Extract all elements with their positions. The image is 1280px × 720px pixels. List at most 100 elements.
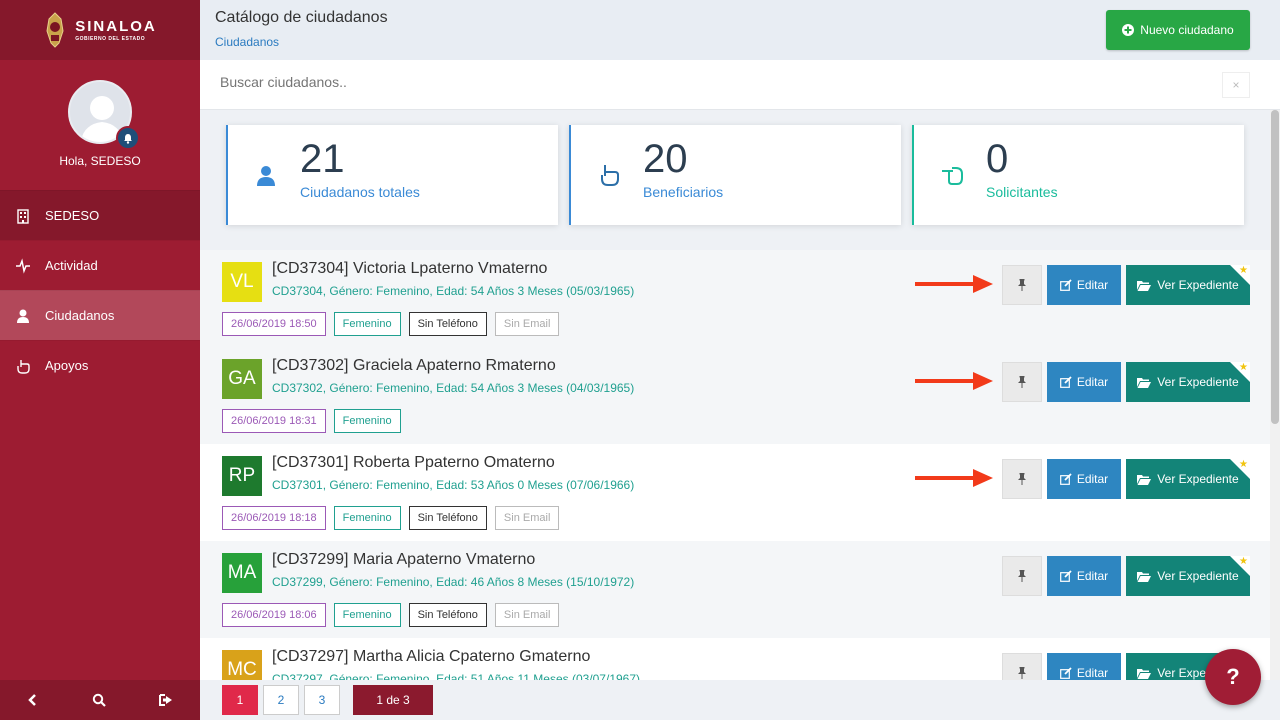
folder-open-icon xyxy=(1137,474,1152,485)
pin-button[interactable] xyxy=(1002,459,1042,499)
registered-date-tag: 26/06/2019 18:06 xyxy=(222,603,326,627)
coat-of-arms-icon xyxy=(46,12,64,48)
pin-icon xyxy=(1018,279,1026,291)
star-icon: ★ xyxy=(1239,556,1248,567)
page-2-button[interactable]: 2 xyxy=(263,685,299,715)
view-file-label: Ver Expediente xyxy=(1157,472,1239,486)
logout-icon[interactable] xyxy=(158,693,174,707)
sidebar-item-sedeso[interactable]: SEDESO xyxy=(0,190,200,240)
help-button[interactable]: ? xyxy=(1205,649,1261,705)
pulse-icon xyxy=(16,257,30,274)
citizen-name[interactable]: [CD37297] Martha Alicia Cpaterno Gmatern… xyxy=(272,648,590,666)
pin-icon xyxy=(1018,473,1026,485)
hand-icon xyxy=(17,359,30,374)
page-1-button[interactable]: 1 xyxy=(222,685,258,715)
citizen-row: RP [CD37301] Roberta Ppaterno Omaterno C… xyxy=(200,444,1270,541)
sidebar-item-ciudadanos[interactable]: Ciudadanos xyxy=(0,290,200,340)
view-file-button[interactable]: Ver Expediente ★ xyxy=(1126,265,1250,305)
search-icon[interactable] xyxy=(92,693,106,707)
edit-label: Editar xyxy=(1076,278,1109,292)
brand-name: SINALOA xyxy=(75,17,157,35)
page-title: Catálogo de ciudadanos xyxy=(215,9,388,26)
citizen-row: MC [CD37297] Martha Alicia Cpaterno Gmat… xyxy=(200,638,1270,680)
citizen-initials-badge: MA xyxy=(222,553,262,593)
pin-icon xyxy=(1018,667,1026,679)
pin-button[interactable] xyxy=(1002,265,1042,305)
hand-pointer-icon xyxy=(601,165,619,186)
red-arrow-annotation xyxy=(915,469,993,487)
citizen-tags: 26/06/2019 18:06 Femenino Sin Teléfono Sin … xyxy=(222,603,560,627)
stat-card-applicants: 0 Solicitantes xyxy=(912,125,1244,225)
sidebar-footer xyxy=(0,680,200,720)
citizen-initials-badge: GA xyxy=(222,359,262,399)
email-tag: Sin Email xyxy=(494,603,560,627)
greeting: Hola, SEDESO xyxy=(59,154,141,168)
gender-tag: Femenino xyxy=(333,506,401,530)
stat-label: Beneficiarios xyxy=(643,184,724,200)
email-tag: Sin Email xyxy=(494,312,560,336)
sidebar-menu: SEDESO Actividad Ciudadanos Apoyos xyxy=(0,190,200,390)
clear-search-button[interactable]: × xyxy=(1222,72,1250,98)
view-file-button[interactable]: Ver Expediente ★ xyxy=(1126,362,1250,402)
red-arrow-annotation xyxy=(915,275,993,293)
citizen-initials-badge: MC xyxy=(222,650,262,680)
citizen-details: CD37299, Género: Femenino, Edad: 46 Años… xyxy=(272,575,635,589)
sidebar-item-actividad[interactable]: Actividad xyxy=(0,240,200,290)
edit-icon xyxy=(1059,667,1072,679)
citizen-name[interactable]: [CD37302] Graciela Apaterno Rmaterno xyxy=(272,357,556,375)
citizen-initials-badge: RP xyxy=(222,456,262,496)
folder-open-icon xyxy=(1137,377,1152,388)
citizen-tags: 26/06/2019 18:31 Femenino xyxy=(222,409,401,433)
stat-label: Solicitantes xyxy=(986,184,1058,200)
citizen-name[interactable]: [CD37299] Maria Apaterno Vmaterno xyxy=(272,551,535,569)
view-file-label: Ver Expediente xyxy=(1157,569,1239,583)
view-file-button[interactable]: Ver Expediente ★ xyxy=(1126,556,1250,596)
pin-button[interactable] xyxy=(1002,556,1042,596)
brand-logo[interactable]: SINALOA GOBIERNO DEL ESTADO xyxy=(0,0,200,60)
folder-open-icon xyxy=(1137,571,1152,582)
edit-label: Editar xyxy=(1076,666,1109,680)
page-3-button[interactable]: 3 xyxy=(304,685,340,715)
pin-button[interactable] xyxy=(1002,362,1042,402)
sidebar-item-apoyos[interactable]: Apoyos xyxy=(0,340,200,390)
star-icon: ★ xyxy=(1239,459,1248,470)
stat-card-beneficiaries: 20 Beneficiarios xyxy=(569,125,901,225)
edit-icon xyxy=(1059,279,1072,291)
citizen-details: CD37304, Género: Femenino, Edad: 54 Años… xyxy=(272,284,635,298)
view-file-button[interactable]: Ver Expediente ★ xyxy=(1126,459,1250,499)
edit-button[interactable]: Editar xyxy=(1047,459,1121,499)
pagination: 1 2 3 1 de 3 xyxy=(200,680,1280,720)
gender-tag: Femenino xyxy=(333,312,401,336)
new-citizen-button[interactable]: Nuevo ciudadano xyxy=(1106,10,1250,50)
notifications-bell-icon[interactable] xyxy=(116,126,140,150)
citizen-details: CD37302, Género: Femenino, Edad: 54 Años… xyxy=(272,381,635,395)
citizen-row: MA [CD37299] Maria Apaterno Vmaterno CD3… xyxy=(200,541,1270,638)
new-citizen-label: Nuevo ciudadano xyxy=(1140,23,1234,37)
sidebar-item-label: Actividad xyxy=(45,258,98,273)
sidebar-item-label: SEDESO xyxy=(45,208,100,223)
breadcrumb[interactable]: Ciudadanos xyxy=(215,35,279,49)
chevron-left-icon[interactable] xyxy=(26,693,40,707)
pin-button[interactable] xyxy=(1002,653,1042,680)
search-input[interactable] xyxy=(220,74,1120,90)
phone-tag: Sin Teléfono xyxy=(408,506,487,530)
gender-tag: Femenino xyxy=(333,409,401,433)
scrollbar[interactable] xyxy=(1270,110,1280,680)
page-header: Catálogo de ciudadanos Ciudadanos Nuevo … xyxy=(200,0,1280,60)
edit-button[interactable]: Editar xyxy=(1047,265,1121,305)
edit-button[interactable]: Editar xyxy=(1047,362,1121,402)
phone-tag: Sin Teléfono xyxy=(408,312,487,336)
sidebar-item-label: Ciudadanos xyxy=(45,308,115,323)
edit-label: Editar xyxy=(1076,569,1109,583)
edit-icon xyxy=(1059,473,1072,485)
edit-button[interactable]: Editar xyxy=(1047,556,1121,596)
citizen-initials-badge: VL xyxy=(222,262,262,302)
edit-button[interactable]: Editar xyxy=(1047,653,1121,680)
registered-date-tag: 26/06/2019 18:31 xyxy=(222,409,326,433)
registered-date-tag: 26/06/2019 18:18 xyxy=(222,506,326,530)
citizen-name[interactable]: [CD37301] Roberta Ppaterno Omaterno xyxy=(272,454,555,472)
citizen-tags: 26/06/2019 18:18 Femenino Sin Teléfono Sin … xyxy=(222,506,560,530)
pin-icon xyxy=(1018,376,1026,388)
citizen-name[interactable]: [CD37304] Victoria Lpaterno Vmaterno xyxy=(272,260,547,278)
building-icon xyxy=(17,208,29,224)
